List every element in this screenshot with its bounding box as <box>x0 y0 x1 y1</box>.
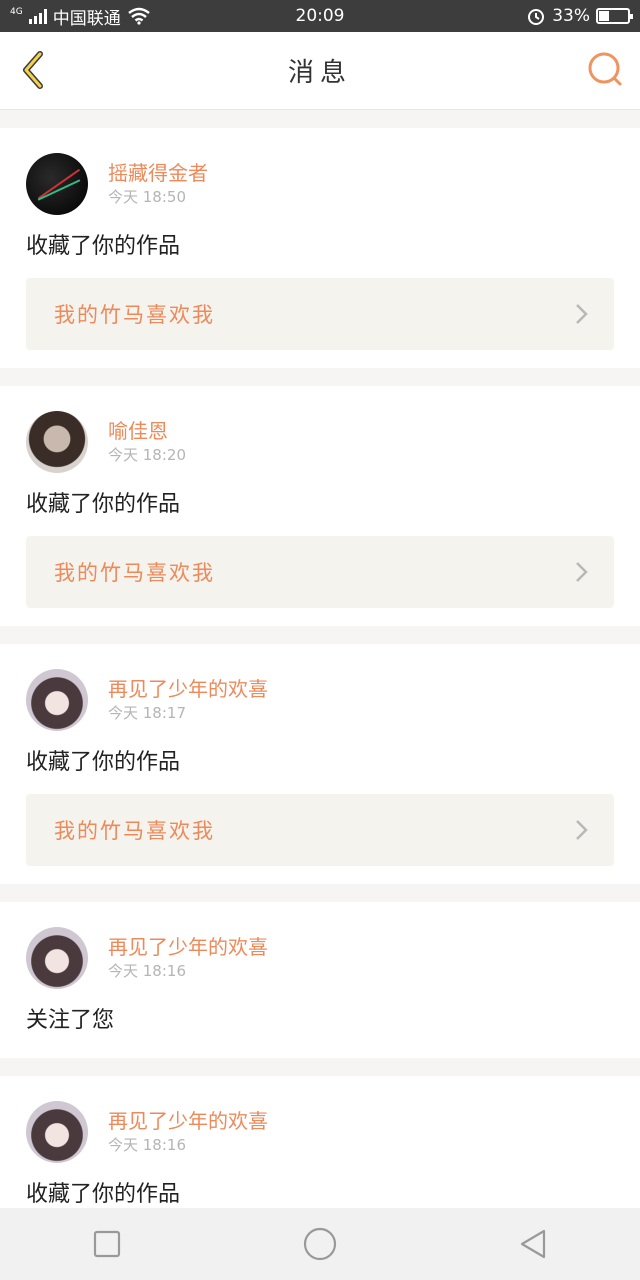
username[interactable]: 再见了少年的欢喜 <box>108 1108 268 1134</box>
work-link[interactable]: 我的竹马喜欢我 <box>26 278 614 350</box>
user-meta: 再见了少年的欢喜 今天 18:16 <box>108 1108 268 1156</box>
timestamp: 今天 18:17 <box>108 704 186 722</box>
header: 消息 <box>0 32 640 110</box>
avatar[interactable] <box>26 1101 88 1163</box>
status-bar: 4G 中国联通 20:09 33% <box>0 0 640 32</box>
search-button[interactable] <box>586 50 626 90</box>
recent-apps-button[interactable] <box>82 1219 132 1269</box>
user-meta: 摇藏得金者 今天 18:50 <box>108 160 208 208</box>
circle-icon <box>303 1227 337 1261</box>
timestamp: 今天 18:16 <box>108 962 186 980</box>
back-nav-button[interactable] <box>508 1219 558 1269</box>
work-title: 我的竹马喜欢我 <box>54 303 215 327</box>
back-button[interactable] <box>14 48 58 92</box>
chevron-right-icon <box>576 304 588 324</box>
username[interactable]: 喻佳恩 <box>108 418 186 444</box>
page-title: 消息 <box>287 58 352 88</box>
user-meta: 再见了少年的欢喜 今天 18:17 <box>108 676 268 724</box>
timestamp: 今天 18:20 <box>108 446 186 464</box>
avatar[interactable] <box>26 411 88 473</box>
user-row: 再见了少年的欢喜 今天 18:17 <box>26 668 614 732</box>
user-meta: 喻佳恩 今天 18:20 <box>108 418 186 466</box>
username[interactable]: 摇藏得金者 <box>108 160 208 186</box>
notification-card: 喻佳恩 今天 18:20 收藏了你的作品 我的竹马喜欢我 <box>0 386 640 626</box>
notification-list: 摇藏得金者 今天 18:50 收藏了你的作品 我的竹马喜欢我 喻佳恩 今天 18… <box>0 128 640 1250</box>
work-link[interactable]: 我的竹马喜欢我 <box>26 536 614 608</box>
chevron-right-icon <box>576 820 588 840</box>
avatar[interactable] <box>26 669 88 731</box>
action-text: 收藏了你的作品 <box>26 234 181 259</box>
battery-fill <box>599 11 609 21</box>
chevron-right-icon <box>576 562 588 582</box>
work-title: 我的竹马喜欢我 <box>54 561 215 585</box>
network-type: 4G <box>10 6 23 17</box>
work-title: 我的竹马喜欢我 <box>54 819 215 843</box>
alarm-icon <box>528 9 545 25</box>
user-meta: 再见了少年的欢喜 今天 18:16 <box>108 934 268 982</box>
action-text: 收藏了你的作品 <box>26 1182 181 1207</box>
battery-icon <box>596 8 633 24</box>
notification-card: 再见了少年的欢喜 今天 18:17 收藏了你的作品 我的竹马喜欢我 <box>0 644 640 884</box>
user-row: 喻佳恩 今天 18:20 <box>26 410 614 474</box>
battery-percent: 33% <box>552 6 590 26</box>
chevron-left-icon <box>23 51 43 89</box>
signal-icon <box>28 8 47 24</box>
avatar[interactable] <box>26 927 88 989</box>
timestamp: 今天 18:16 <box>108 1136 186 1154</box>
user-row: 再见了少年的欢喜 今天 18:16 <box>26 926 614 990</box>
square-icon <box>93 1230 120 1258</box>
notification-card: 摇藏得金者 今天 18:50 收藏了你的作品 我的竹马喜欢我 <box>0 128 640 368</box>
timestamp: 今天 18:50 <box>108 188 186 206</box>
user-row: 再见了少年的欢喜 今天 18:16 <box>26 1100 614 1164</box>
search-icon <box>588 52 622 86</box>
carrier-name: 中国联通 <box>52 8 121 29</box>
username[interactable]: 再见了少年的欢喜 <box>108 934 268 960</box>
wifi-icon <box>127 7 150 25</box>
status-left: 4G 中国联通 <box>10 4 151 29</box>
action-text: 关注了您 <box>26 1008 115 1033</box>
home-button[interactable] <box>295 1219 345 1269</box>
notification-card: 再见了少年的欢喜 今天 18:16 关注了您 <box>0 902 640 1058</box>
avatar[interactable] <box>26 153 88 215</box>
action-text: 收藏了你的作品 <box>26 750 181 775</box>
user-row: 摇藏得金者 今天 18:50 <box>26 152 614 216</box>
status-right: 33% <box>526 6 633 26</box>
action-text: 收藏了你的作品 <box>26 492 181 517</box>
username[interactable]: 再见了少年的欢喜 <box>108 676 268 702</box>
work-link[interactable]: 我的竹马喜欢我 <box>26 794 614 866</box>
triangle-back-icon <box>521 1229 546 1259</box>
system-nav-bar <box>0 1208 640 1280</box>
